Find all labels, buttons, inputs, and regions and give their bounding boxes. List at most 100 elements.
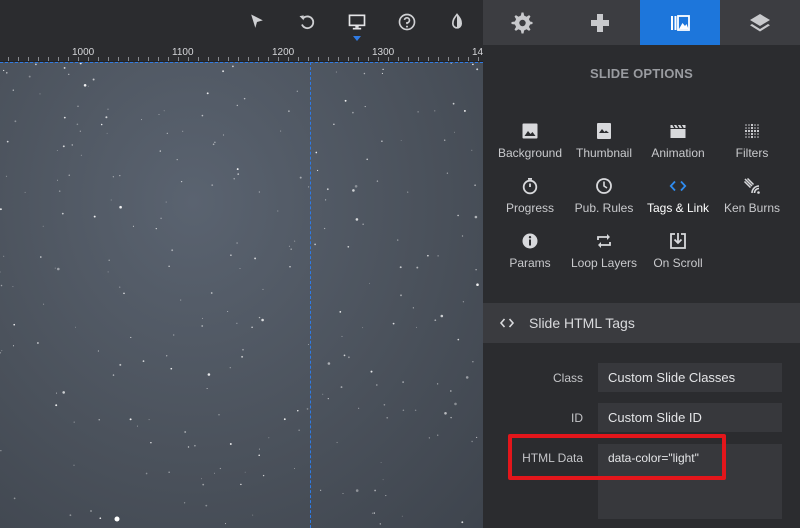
star	[107, 108, 109, 110]
slide-background-image[interactable]	[0, 62, 483, 528]
option-label: Pub. Rules	[574, 201, 634, 215]
option-filters[interactable]: Filters	[712, 122, 792, 168]
canvas-area: 1000 1100 1200 1300 14	[0, 0, 483, 528]
star	[63, 116, 66, 119]
ruler-tick	[278, 57, 279, 61]
stopwatch-icon	[522, 178, 538, 195]
tab-slides[interactable]	[640, 0, 720, 45]
star	[40, 256, 42, 258]
option-label: Loop Layers	[570, 256, 638, 270]
star	[436, 383, 439, 385]
star	[119, 286, 121, 288]
layers-icon	[750, 13, 770, 31]
undo-button[interactable]	[292, 8, 322, 36]
star	[58, 190, 61, 192]
star	[201, 478, 202, 480]
star	[428, 437, 430, 439]
star	[83, 84, 87, 87]
html-data-textarea[interactable]: data-color="light"	[598, 444, 782, 519]
star	[262, 474, 265, 477]
star	[225, 523, 226, 525]
ruler-tick	[178, 57, 179, 61]
option-tags-link[interactable]: Tags & Link	[638, 177, 718, 223]
star	[375, 384, 378, 386]
star	[373, 512, 375, 514]
option-params[interactable]: Params	[490, 232, 570, 278]
ruler-label: 1200	[272, 47, 295, 58]
select-tool-button[interactable]	[242, 8, 272, 36]
option-background[interactable]: Background	[490, 122, 570, 168]
star	[339, 311, 342, 313]
star	[306, 408, 309, 410]
ruler-tick	[218, 57, 219, 61]
tab-layers[interactable]	[720, 0, 800, 45]
ruler-tick	[248, 57, 249, 61]
option-animation[interactable]: Animation	[638, 122, 718, 168]
star	[232, 65, 234, 68]
star	[402, 409, 405, 411]
option-ken-burns[interactable]: Ken Burns	[712, 177, 792, 223]
star	[366, 158, 369, 161]
ruler-tick	[98, 57, 99, 61]
desktop-view-button[interactable]	[342, 8, 372, 41]
filter-dot	[754, 133, 756, 135]
star	[416, 326, 417, 328]
option-loop-layers[interactable]: Loop Layers	[564, 232, 644, 278]
horizontal-guide-line[interactable]	[0, 62, 483, 63]
star	[155, 227, 157, 230]
bright-star	[114, 516, 120, 522]
star	[444, 412, 447, 415]
ruler-tick	[48, 57, 49, 61]
star	[69, 514, 72, 517]
ruler-tick	[348, 57, 349, 61]
star	[132, 225, 134, 227]
star	[308, 186, 310, 188]
filter-dot	[744, 129, 748, 133]
ruler-tick	[128, 57, 129, 61]
star	[283, 418, 286, 421]
slide-options-panel: SLIDE OPTIONS Background Thumbnail Anima…	[483, 0, 800, 528]
class-input[interactable]: Custom Slide Classes	[598, 363, 782, 392]
star	[87, 85, 89, 87]
star	[453, 131, 456, 133]
star	[440, 314, 444, 318]
id-label: ID	[571, 411, 583, 425]
star	[0, 352, 2, 354]
filter-dot	[748, 133, 750, 135]
star	[343, 354, 346, 357]
section-slide-html-tags[interactable]: Slide HTML Tags	[483, 303, 800, 343]
ruler-label: 1100	[172, 47, 194, 58]
star	[354, 185, 358, 188]
star	[379, 523, 381, 525]
help-button[interactable]	[392, 8, 422, 36]
option-thumbnail[interactable]: Thumbnail	[564, 122, 644, 168]
star	[382, 68, 384, 71]
star	[327, 397, 329, 400]
filter-dot	[757, 136, 759, 138]
id-input[interactable]: Custom Slide ID	[598, 403, 782, 432]
star	[77, 105, 79, 107]
tab-settings[interactable]	[483, 0, 560, 45]
star	[397, 239, 399, 241]
ruler-tick	[388, 57, 389, 61]
star	[236, 168, 239, 171]
vertical-guide-line[interactable]	[310, 62, 311, 528]
star	[416, 266, 419, 269]
tab-addons[interactable]	[560, 0, 640, 45]
star	[163, 110, 165, 112]
ruler-tick	[298, 57, 299, 61]
option-progress[interactable]: Progress	[490, 177, 570, 223]
select-icon	[251, 14, 263, 28]
filter-dot	[750, 123, 754, 127]
option-on-scroll[interactable]: On Scroll	[638, 232, 718, 278]
ruler-tick	[108, 57, 109, 61]
filter-dot	[747, 129, 751, 133]
ruler-tick	[68, 57, 69, 61]
star	[61, 212, 64, 215]
star	[327, 362, 331, 365]
ruler-tick	[58, 57, 59, 61]
ruler-tick	[368, 57, 369, 61]
option-pub-rules[interactable]: Pub. Rules	[564, 177, 644, 223]
star	[348, 356, 350, 359]
contrast-button[interactable]	[442, 8, 472, 36]
